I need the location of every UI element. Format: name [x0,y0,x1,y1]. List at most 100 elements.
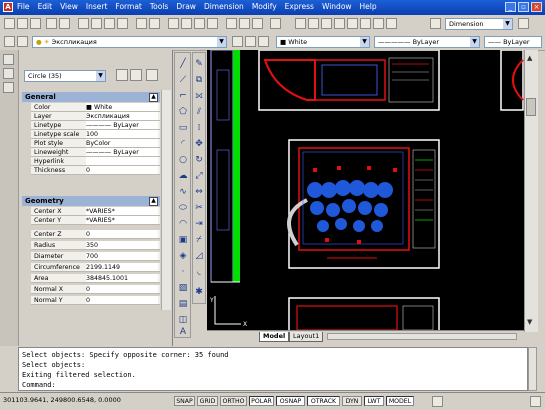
property-value[interactable] [86,157,158,165]
revision-cloud-icon[interactable]: ☁ [178,171,188,181]
scroll-down-icon[interactable]: ▼ [527,318,532,326]
horizontal-scrollbar[interactable] [327,333,517,340]
property-row[interactable]: Normal Y 0 [22,296,160,305]
comm-center-icon[interactable] [432,396,443,407]
new-icon[interactable] [4,18,15,29]
property-value[interactable]: 0 [86,166,158,174]
property-value[interactable]: 384845.1001 [86,274,158,282]
layer-previous-icon[interactable] [17,36,28,47]
vertical-scrollbar[interactable]: ▲ ▼ [524,50,538,332]
osnap-toggle[interactable]: OSNAP [276,396,305,406]
property-value[interactable]: 0 [86,296,158,304]
menu-insert[interactable]: Insert [86,2,108,11]
gradient-icon[interactable]: ▤ [178,299,188,309]
zoom-previous-icon[interactable] [207,18,218,29]
make-block-icon[interactable]: ◈ [178,251,188,261]
menu-dimension[interactable]: Dimension [204,2,244,11]
line-icon[interactable]: ╱ [178,59,188,69]
menu-help[interactable]: Help [360,2,377,11]
selection-combo[interactable]: Circle (35) ▼ [24,70,106,82]
property-value[interactable]: ByColor [86,139,158,147]
print-icon[interactable] [46,18,57,29]
dyn-toggle[interactable]: DYN [342,396,362,406]
preview-icon[interactable] [59,18,70,29]
collapse-icon[interactable]: ▲ [149,197,158,206]
menu-view[interactable]: View [60,2,78,11]
property-row[interactable]: Circumference 2199.1149 [22,263,160,272]
command-prompt[interactable]: Command: [22,381,56,389]
layer-state-icon[interactable] [245,36,256,47]
quick-select-icon[interactable] [146,69,158,81]
command-window[interactable]: Select objects: Specify opposite corner:… [18,347,528,391]
property-row[interactable]: Diameter 700 [22,252,160,261]
table-style-icon[interactable] [518,18,529,29]
move-icon[interactable]: ✥ [194,139,204,149]
undo-icon[interactable] [136,18,147,29]
insert-block-icon[interactable]: ▣ [178,235,188,245]
copy-object-icon[interactable]: ⧉ [194,75,204,85]
draw-tools-icon[interactable] [360,18,371,29]
polar-toggle[interactable]: POLAR [249,396,274,406]
property-row[interactable]: Normal X 0 [22,285,160,294]
toggle-pickadd-icon[interactable] [116,69,128,81]
express-tools-icon[interactable] [386,18,397,29]
layer-tools-icon[interactable] [308,18,319,29]
mirror-icon[interactable]: ⟗ [194,91,204,101]
close-icon[interactable]: × [531,2,542,12]
dim-tools-icon[interactable] [373,18,384,29]
region-icon[interactable]: ◫ [178,315,188,325]
properties-icon[interactable] [226,18,237,29]
minimize-icon[interactable]: _ [505,2,516,12]
arc-icon[interactable]: ◜ [178,139,188,149]
menu-file[interactable]: File [17,2,30,11]
property-row[interactable]: Area 384845.1001 [22,274,160,283]
lineweight-combo[interactable]: —— ByLayer [484,36,542,48]
menu-tools[interactable]: Tools [150,2,168,11]
hatch-icon[interactable]: ▨ [178,283,188,293]
drawing-canvas[interactable]: Y X [207,50,524,330]
extend-icon[interactable]: ⇥ [194,219,204,229]
menu-express[interactable]: Express [285,2,314,11]
property-value[interactable]: 0 [86,285,158,293]
property-value[interactable]: ■ White [86,103,158,111]
property-row[interactable]: Thickness 0 [22,166,160,175]
snap-toggle[interactable]: SNAP [174,396,195,406]
make-current-icon[interactable] [232,36,243,47]
property-row[interactable]: Center Y *VARIES* [22,216,160,225]
spline-icon[interactable]: ∿ [178,187,188,197]
break-icon[interactable]: ⌿ [194,235,204,245]
x-tools-icon[interactable] [295,18,306,29]
paste-icon[interactable] [104,18,115,29]
layer-manager-icon[interactable] [4,36,15,47]
layer-prev-icon[interactable] [258,36,269,47]
property-row[interactable]: Radius 350 [22,241,160,250]
cut-icon[interactable] [78,18,89,29]
ellipse-arc-icon[interactable]: ◠ [178,219,188,229]
menu-modify[interactable]: Modify [252,2,277,11]
color-combo[interactable]: ■ White ▼ [276,36,370,48]
help-icon[interactable] [270,18,281,29]
menu-window[interactable]: Window [322,2,352,11]
select-objects-icon[interactable] [130,69,142,81]
circle-icon[interactable]: ○ [178,155,188,165]
tab-layout1[interactable]: Layout1 [289,332,324,342]
scroll-thumb[interactable] [526,98,536,116]
property-value[interactable]: ———— ByLayer [86,148,158,156]
coordinate-readout[interactable]: 301103.9641, 249800.6548, 0.0000 [3,396,121,404]
mtext-icon[interactable]: A [178,327,188,337]
rectangle-icon[interactable]: ▭ [178,123,188,133]
tab-model[interactable]: Model [259,332,290,342]
menu-format[interactable]: Format [115,2,141,11]
model-toggle[interactable]: MODEL [386,396,414,406]
zoom-realtime-icon[interactable] [181,18,192,29]
property-row[interactable]: Hyperlink [22,157,160,166]
linetype-combo[interactable]: ————— ByLayer ▼ [374,36,480,48]
layer-combo[interactable]: ● ☀ Экспликация ▼ [32,36,227,48]
property-row[interactable]: Plot style ByColor [22,139,160,148]
command-scrollbar[interactable] [528,347,537,391]
property-value[interactable]: Экспликация [86,112,158,120]
open-icon[interactable] [17,18,28,29]
collapse-icon[interactable]: ▲ [149,93,158,102]
zoom-window-icon[interactable] [194,18,205,29]
close-icon[interactable] [3,54,14,65]
